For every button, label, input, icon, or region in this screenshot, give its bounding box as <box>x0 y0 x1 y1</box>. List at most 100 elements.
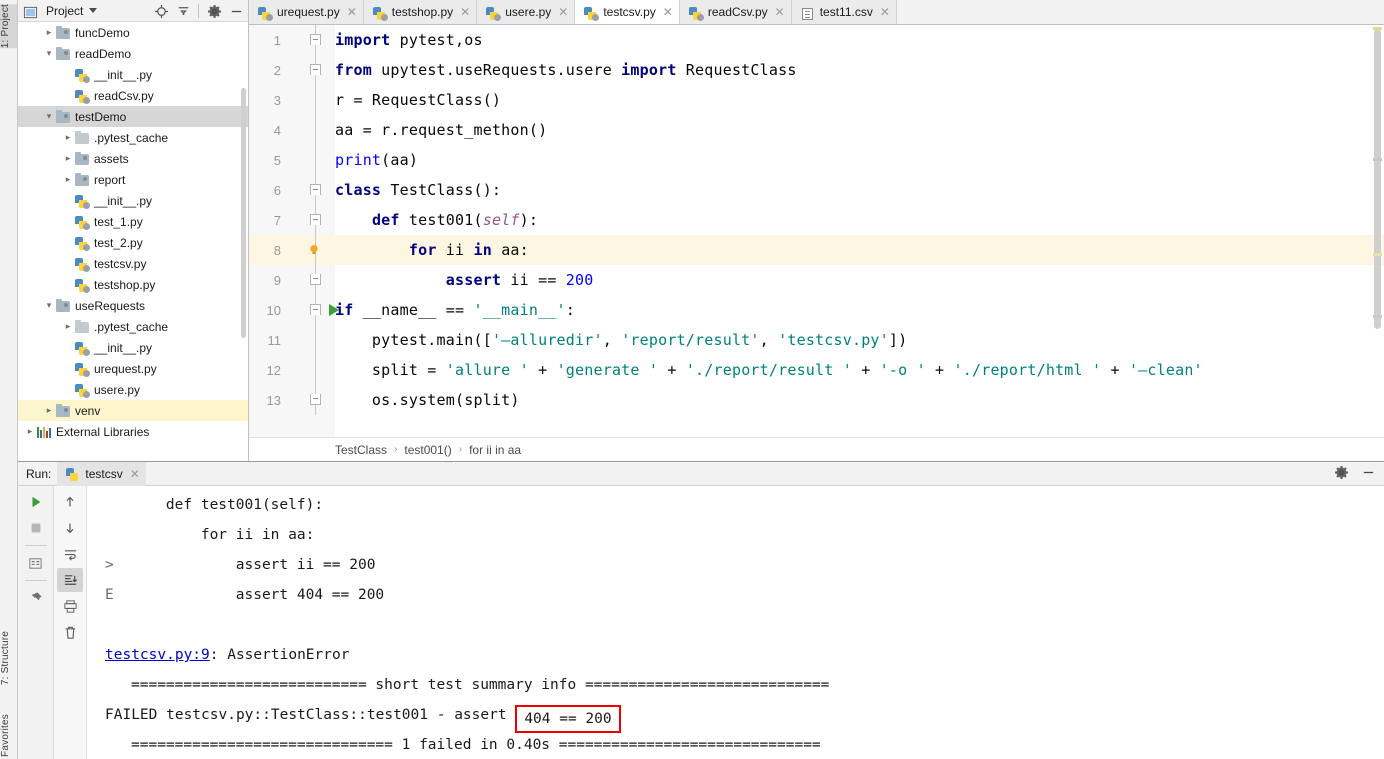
tree-item-usere-py[interactable]: usere.py <box>18 379 248 400</box>
code-line[interactable]: 8 for ii in aa: <box>249 235 1384 265</box>
gutter-markers[interactable] <box>289 205 327 235</box>
close-icon[interactable]: ✕ <box>775 6 785 18</box>
code-editor[interactable]: 1 import pytest,os 2 from upytest.useReques… <box>249 25 1384 437</box>
fold-marker-icon[interactable] <box>310 304 321 315</box>
breadcrumb-item[interactable]: TestClass <box>335 443 387 457</box>
close-icon[interactable]: ✕ <box>347 6 357 18</box>
gear-icon[interactable] <box>1334 465 1349 483</box>
editor-tab-testcsv-py[interactable]: testcsv.py ✕ <box>575 0 680 24</box>
gutter-markers[interactable] <box>289 145 327 175</box>
gutter-markers[interactable] <box>289 115 327 145</box>
gutter-markers[interactable] <box>289 55 327 85</box>
chevron-right-icon[interactable] <box>62 322 74 331</box>
run-console-output[interactable]: def test001(self): for ii in aa: > assert… <box>87 486 1384 759</box>
editor-tab-testshop-py[interactable]: testshop.py ✕ <box>363 0 478 24</box>
project-tree-scrollbar[interactable] <box>241 88 246 338</box>
code-line[interactable]: 12 split = 'allure ' + 'generate ' + './… <box>249 355 1384 385</box>
fold-marker-icon[interactable] <box>310 274 321 285</box>
breadcrumb[interactable]: TestClass › test001() › for ii in aa <box>249 437 1384 461</box>
tree-item--pytest-cache[interactable]: .pytest_cache <box>18 127 248 148</box>
run-configuration-tab[interactable]: testcsv ✕ <box>57 461 146 486</box>
tree-item-userequests[interactable]: useRequests <box>18 295 248 316</box>
toggle-tasks-icon[interactable] <box>23 551 49 575</box>
intention-bulb-icon[interactable] <box>307 243 321 257</box>
editor-tab-test11-csv[interactable]: test11.csv ✕ <box>791 0 897 24</box>
fold-marker-icon[interactable] <box>310 394 321 405</box>
tree-item--init-py[interactable]: __init__.py <box>18 337 248 358</box>
minimize-icon[interactable] <box>226 1 246 21</box>
tree-item-venv[interactable]: venv <box>18 400 248 421</box>
close-icon[interactable]: ✕ <box>130 467 140 481</box>
code-line[interactable]: 6 class TestClass(): <box>249 175 1384 205</box>
tool-window-button-project[interactable]: 1: Project <box>0 4 17 49</box>
close-icon[interactable]: ✕ <box>880 6 890 18</box>
tree-item-test-1-py[interactable]: test_1.py <box>18 211 248 232</box>
close-icon[interactable]: ✕ <box>460 6 470 18</box>
fold-marker-icon[interactable] <box>310 64 321 75</box>
code-line[interactable]: 13 os.system(split) <box>249 385 1384 415</box>
code-line[interactable]: 1 import pytest,os <box>249 25 1384 55</box>
tree-item-testdemo[interactable]: testDemo <box>18 106 248 127</box>
breadcrumb-item[interactable]: test001() <box>404 443 451 457</box>
chevron-down-icon[interactable] <box>43 49 55 58</box>
code-line[interactable]: 11 pytest.main(['—alluredir', 'report/re… <box>249 325 1384 355</box>
assertion-source-link[interactable]: testcsv.py:9 <box>105 647 210 663</box>
pin-icon[interactable] <box>23 586 49 610</box>
tree-item-urequest-py[interactable]: urequest.py <box>18 358 248 379</box>
gutter-markers[interactable] <box>289 355 327 385</box>
chevron-down-icon[interactable] <box>43 112 55 121</box>
run-gutter-icon[interactable] <box>329 304 339 316</box>
gutter-markers[interactable] <box>289 235 327 265</box>
minimize-icon[interactable] <box>1361 465 1376 483</box>
chevron-right-icon[interactable] <box>62 133 74 142</box>
code-line[interactable]: 4 aa = r.request_methon() <box>249 115 1384 145</box>
trash-icon[interactable] <box>57 620 83 644</box>
editor-tab-usere-py[interactable]: usere.py ✕ <box>477 0 576 24</box>
project-file-tree[interactable]: funcDemo readDemo __init__.py readCsv.py tes… <box>18 22 248 439</box>
close-icon[interactable]: ✕ <box>663 6 673 18</box>
close-icon[interactable]: ✕ <box>558 6 568 18</box>
tree-item--init-py[interactable]: __init__.py <box>18 64 248 85</box>
code-line[interactable]: 7 def test001(self): <box>249 205 1384 235</box>
chevron-right-icon[interactable] <box>24 427 36 436</box>
gutter-markers[interactable] <box>289 25 327 55</box>
code-line[interactable]: 9 assert ii == 200 <box>249 265 1384 295</box>
tree-item-report[interactable]: report <box>18 169 248 190</box>
gear-icon[interactable] <box>204 1 224 21</box>
soft-wrap-icon[interactable] <box>57 542 83 566</box>
down-arrow-icon[interactable] <box>57 516 83 540</box>
locate-icon[interactable] <box>151 1 171 21</box>
code-line[interactable]: 5 print(aa) <box>249 145 1384 175</box>
tree-item-readcsv-py[interactable]: readCsv.py <box>18 85 248 106</box>
stop-icon[interactable] <box>23 516 49 540</box>
up-arrow-icon[interactable] <box>57 490 83 514</box>
chevron-down-icon[interactable] <box>89 8 98 13</box>
chevron-right-icon[interactable] <box>43 406 55 415</box>
editor-code-area[interactable]: 1 import pytest,os 2 from upytest.useReques… <box>249 25 1384 415</box>
gutter-markers[interactable] <box>289 85 327 115</box>
editor-tab-urequest-py[interactable]: urequest.py ✕ <box>249 0 364 24</box>
gutter-markers[interactable] <box>289 265 327 295</box>
chevron-right-icon[interactable] <box>62 175 74 184</box>
chevron-right-icon[interactable] <box>62 154 74 163</box>
tree-item-readdemo[interactable]: readDemo <box>18 43 248 64</box>
tree-item-funcdemo[interactable]: funcDemo <box>18 22 248 43</box>
rerun-icon[interactable] <box>23 490 49 514</box>
chevron-down-icon[interactable] <box>43 301 55 310</box>
gutter-markers[interactable] <box>289 325 327 355</box>
tree-item-test-2-py[interactable]: test_2.py <box>18 232 248 253</box>
tree-item-external-libraries[interactable]: External Libraries <box>18 421 248 439</box>
editor-tab-readcsv-py[interactable]: readCsv.py ✕ <box>679 0 792 24</box>
scroll-to-end-icon[interactable] <box>57 568 83 592</box>
tree-item-testshop-py[interactable]: testshop.py <box>18 274 248 295</box>
tree-item--init-py[interactable]: __init__.py <box>18 190 248 211</box>
editor-tab-bar[interactable]: urequest.py ✕ testshop.py ✕ usere.py ✕ testcsv… <box>249 0 1384 25</box>
gutter-markers[interactable] <box>289 175 327 205</box>
editor-scrollbar[interactable] <box>1374 29 1381 329</box>
code-line[interactable]: 2 from upytest.useRequests.usere import R… <box>249 55 1384 85</box>
gutter-markers[interactable] <box>289 385 327 415</box>
breadcrumb-item[interactable]: for ii in aa <box>469 443 521 457</box>
tree-item-testcsv-py[interactable]: testcsv.py <box>18 253 248 274</box>
code-line[interactable]: 3 r = RequestClass() <box>249 85 1384 115</box>
tool-window-button-favorites[interactable]: Favorites <box>0 714 17 757</box>
